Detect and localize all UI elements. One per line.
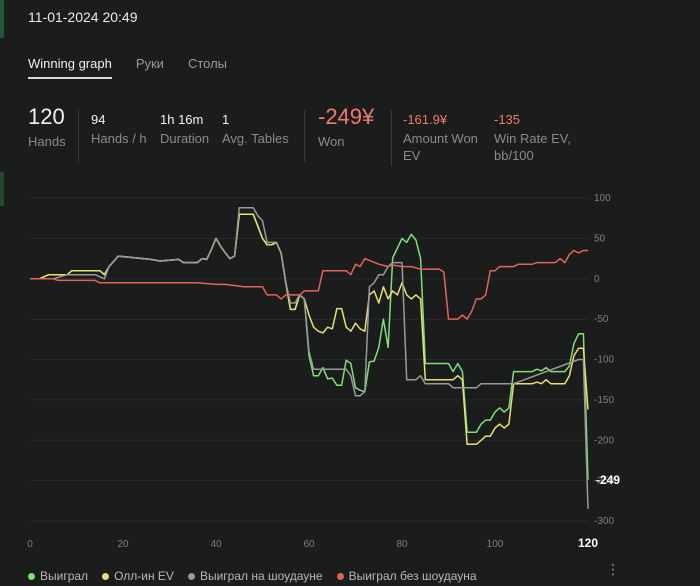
x-tick-label: 20 — [117, 539, 129, 550]
x-tick-label: 80 — [396, 539, 408, 550]
y-tick-label: 0 — [594, 274, 600, 285]
y-tick-label: 100 — [594, 193, 611, 204]
end-x-label: 120 — [578, 536, 598, 550]
legend-label: Выиграл — [40, 569, 89, 583]
stat-win-rate-ev-value: -135 — [494, 112, 521, 127]
legend-dot-icon — [187, 572, 195, 580]
legend-label: Выиграл без шоудауна — [348, 569, 477, 583]
x-tick-label: 40 — [210, 539, 222, 550]
x-tick-label: 60 — [303, 539, 315, 550]
stat-win-rate-ev-label: Win Rate EV, bb/100 — [494, 131, 571, 163]
x-tick-label: 100 — [487, 539, 504, 550]
vertical-dots-icon[interactable]: ⋮ — [606, 562, 620, 576]
stat-hands: 120 Hands — [28, 104, 66, 150]
legend-label: Выиграл на шоудауне — [199, 569, 323, 583]
chart-legend: Выиграл Олл-ин EV Выиграл на шоудауне Вы… — [28, 569, 477, 583]
tab-tables[interactable]: Столы — [188, 56, 227, 79]
stat-won-label: Won — [318, 134, 345, 149]
y-tick-label: -200 — [594, 435, 614, 446]
y-tick-label: 50 — [594, 233, 606, 244]
stat-duration-value: 1h 16m — [160, 112, 204, 127]
tab-bar: Winning graph Руки Столы — [28, 56, 227, 79]
legend-item-won[interactable]: Выиграл — [28, 569, 88, 583]
legend-item-allin-ev[interactable]: Олл-ин EV — [102, 569, 174, 583]
stat-hands-value: 120 — [28, 104, 65, 129]
stat-avg-tables: 1 Avg. Tables — [222, 104, 289, 147]
tab-winning-graph[interactable]: Winning graph — [28, 56, 112, 79]
legend-dot-icon — [336, 572, 344, 580]
legend-dot-icon — [28, 572, 35, 580]
stat-duration-label: Duration — [160, 131, 210, 146]
stat-hph-value: 94 — [91, 112, 106, 127]
stat-hph-label: Hands / h — [91, 131, 147, 146]
legend-label: Олл-ин EV — [114, 569, 174, 583]
legend-item-showdown[interactable]: Выиграл на шоудауне — [187, 569, 323, 583]
stat-amount-won-ev: -161.9¥ Amount Won EV — [403, 104, 488, 164]
left-accent-bar — [0, 0, 4, 38]
legend-item-non-showdown[interactable]: Выиграл без шоудауна — [336, 569, 477, 583]
stat-hands-label: Hands — [28, 134, 66, 149]
stat-hands-per-hour: 94 Hands / h — [91, 104, 147, 147]
stat-win-rate-ev: -135 Win Rate EV, bb/100 — [494, 104, 584, 164]
divider — [391, 110, 392, 166]
winning-graph-chart: 100500-50-100-150-200-250-3000 20 40 60 80 10… — [27, 193, 620, 550]
stat-duration: 1h 16m Duration — [160, 104, 209, 147]
stat-won: -249¥ Won — [318, 104, 374, 150]
y-tick-label: -300 — [594, 516, 614, 527]
stats-row: 120 Hands 94 Hands / h 1h 16m Duration 1… — [0, 104, 700, 174]
divider — [78, 110, 79, 162]
stat-won-value: -249¥ — [318, 104, 375, 129]
x-tick-label: 0 — [27, 539, 33, 550]
y-tick-label: -50 — [594, 314, 609, 325]
legend-dot-icon — [102, 572, 110, 580]
stat-amount-won-ev-label: Amount Won EV — [403, 131, 478, 163]
tab-hands[interactable]: Руки — [136, 56, 164, 79]
stat-avg-tables-value: 1 — [222, 112, 230, 127]
session-time: 11-01-2024 20:49 — [28, 9, 138, 25]
y-tick-label: -100 — [594, 355, 614, 366]
y-tick-label: -150 — [594, 395, 614, 406]
stat-avg-tables-label: Avg. Tables — [222, 131, 289, 146]
end-value-label: -249 — [596, 473, 620, 487]
stat-amount-won-ev-value: -161.9¥ — [403, 112, 448, 127]
divider — [304, 110, 305, 162]
series-line-1 — [30, 213, 589, 446]
